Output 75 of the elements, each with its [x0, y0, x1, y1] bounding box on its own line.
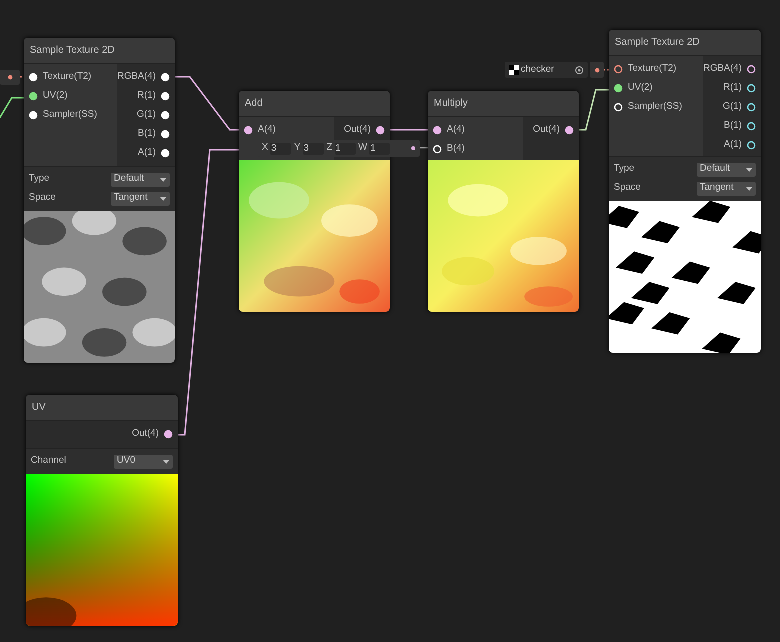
- port-label: RGBA(4): [703, 62, 742, 76]
- node-panel[interactable]: Sample Texture 2D Texture(T2) UV(2) Sampler(SS) RGBA(4) R(1) G(1) B(1) A(1) Type Default Space Tangent: [24, 38, 175, 363]
- axis-label: W: [358, 141, 368, 156]
- dropdown[interactable]: UV0: [114, 454, 173, 468]
- axis-label: Y: [294, 141, 301, 156]
- node-panel[interactable]: Multiply A(4) B(4) Out(4): [428, 91, 579, 312]
- axis-label: Z: [326, 141, 332, 156]
- port-label: Out(4): [533, 123, 560, 138]
- setting-label: Type: [29, 172, 50, 186]
- port-icon[interactable]: [747, 65, 756, 74]
- port-icon[interactable]: [244, 126, 253, 135]
- dropdown[interactable]: Tangent: [111, 192, 170, 206]
- port-label: A(4): [258, 123, 276, 138]
- port-label: Out(4): [344, 123, 371, 138]
- texture-name: checker: [521, 62, 556, 77]
- port-icon[interactable]: [29, 92, 38, 101]
- node-title: Multiply: [434, 97, 468, 111]
- port-label: RGBA(4): [117, 70, 156, 84]
- node-title: Add: [245, 97, 263, 111]
- port-label: UV(2): [43, 89, 68, 104]
- port-label: Out(4): [132, 427, 159, 442]
- port-icon[interactable]: [433, 126, 442, 135]
- port-label: R(1): [138, 89, 156, 104]
- port-label: R(1): [724, 81, 742, 96]
- dropdown[interactable]: Default: [697, 162, 756, 176]
- port-label: G(1): [723, 100, 742, 114]
- target-icon[interactable]: [575, 66, 584, 74]
- node-panel[interactable]: UV Out(4) Channel UV0: [26, 395, 178, 626]
- port-icon[interactable]: [747, 103, 756, 112]
- port-icon[interactable]: [747, 84, 756, 93]
- node-title: Sample Texture 2D: [30, 44, 115, 58]
- port-icon[interactable]: [747, 122, 756, 131]
- caret-icon: [746, 168, 753, 172]
- port-icon[interactable]: [164, 430, 173, 439]
- node-panel[interactable]: Sample Texture 2D Texture(T2) UV(2) Sampler(SS) RGBA(4) R(1) G(1) B(1) A(1) Type Default Space Tangent: [609, 30, 761, 353]
- port-label: Texture(T2): [628, 62, 677, 76]
- node-title: UV: [32, 401, 46, 415]
- setting-label: Channel: [31, 454, 66, 468]
- number-field[interactable]: 1: [369, 142, 390, 154]
- port-icon[interactable]: [614, 84, 623, 93]
- port-label: UV(2): [628, 81, 653, 96]
- port-icon: [8, 75, 12, 80]
- texture-field[interactable]: checker: [505, 62, 588, 78]
- port-icon: [594, 68, 600, 72]
- port-label: B(1): [138, 127, 156, 142]
- port-stub[interactable]: [590, 62, 604, 78]
- caret-icon: [160, 178, 167, 182]
- port-label: A(1): [724, 138, 742, 152]
- port-icon: [411, 146, 416, 151]
- caret-icon: [160, 196, 167, 200]
- port-label: Sampler(SS): [628, 100, 682, 114]
- caret-icon: [163, 460, 170, 464]
- port-icon[interactable]: [565, 126, 574, 135]
- texture-field-stub[interactable]: [0, 70, 20, 85]
- port-label: A(1): [138, 146, 156, 160]
- setting-label: Space: [29, 191, 56, 206]
- port-label: G(1): [137, 108, 156, 122]
- port-icon[interactable]: [376, 126, 385, 135]
- setting-label: Space: [614, 181, 641, 196]
- caret-icon: [746, 186, 753, 190]
- port-label: B(1): [724, 119, 742, 134]
- port-label: Sampler(SS): [43, 108, 98, 122]
- number-field[interactable]: 3: [270, 142, 292, 154]
- node-title: Sample Texture 2D: [615, 36, 700, 50]
- setting-label: Type: [614, 162, 635, 176]
- dropdown[interactable]: Tangent: [697, 182, 756, 196]
- number-field[interactable]: 1: [334, 142, 356, 154]
- axis-label: X: [262, 141, 268, 156]
- port-label: Texture(T2): [43, 70, 92, 84]
- port-label: B(4): [447, 142, 465, 156]
- dropdown[interactable]: Default: [111, 172, 170, 186]
- port-label: A(4): [447, 123, 465, 138]
- checker-icon: [509, 65, 519, 75]
- number-field[interactable]: 3: [302, 142, 324, 154]
- port-icon[interactable]: [747, 141, 756, 150]
